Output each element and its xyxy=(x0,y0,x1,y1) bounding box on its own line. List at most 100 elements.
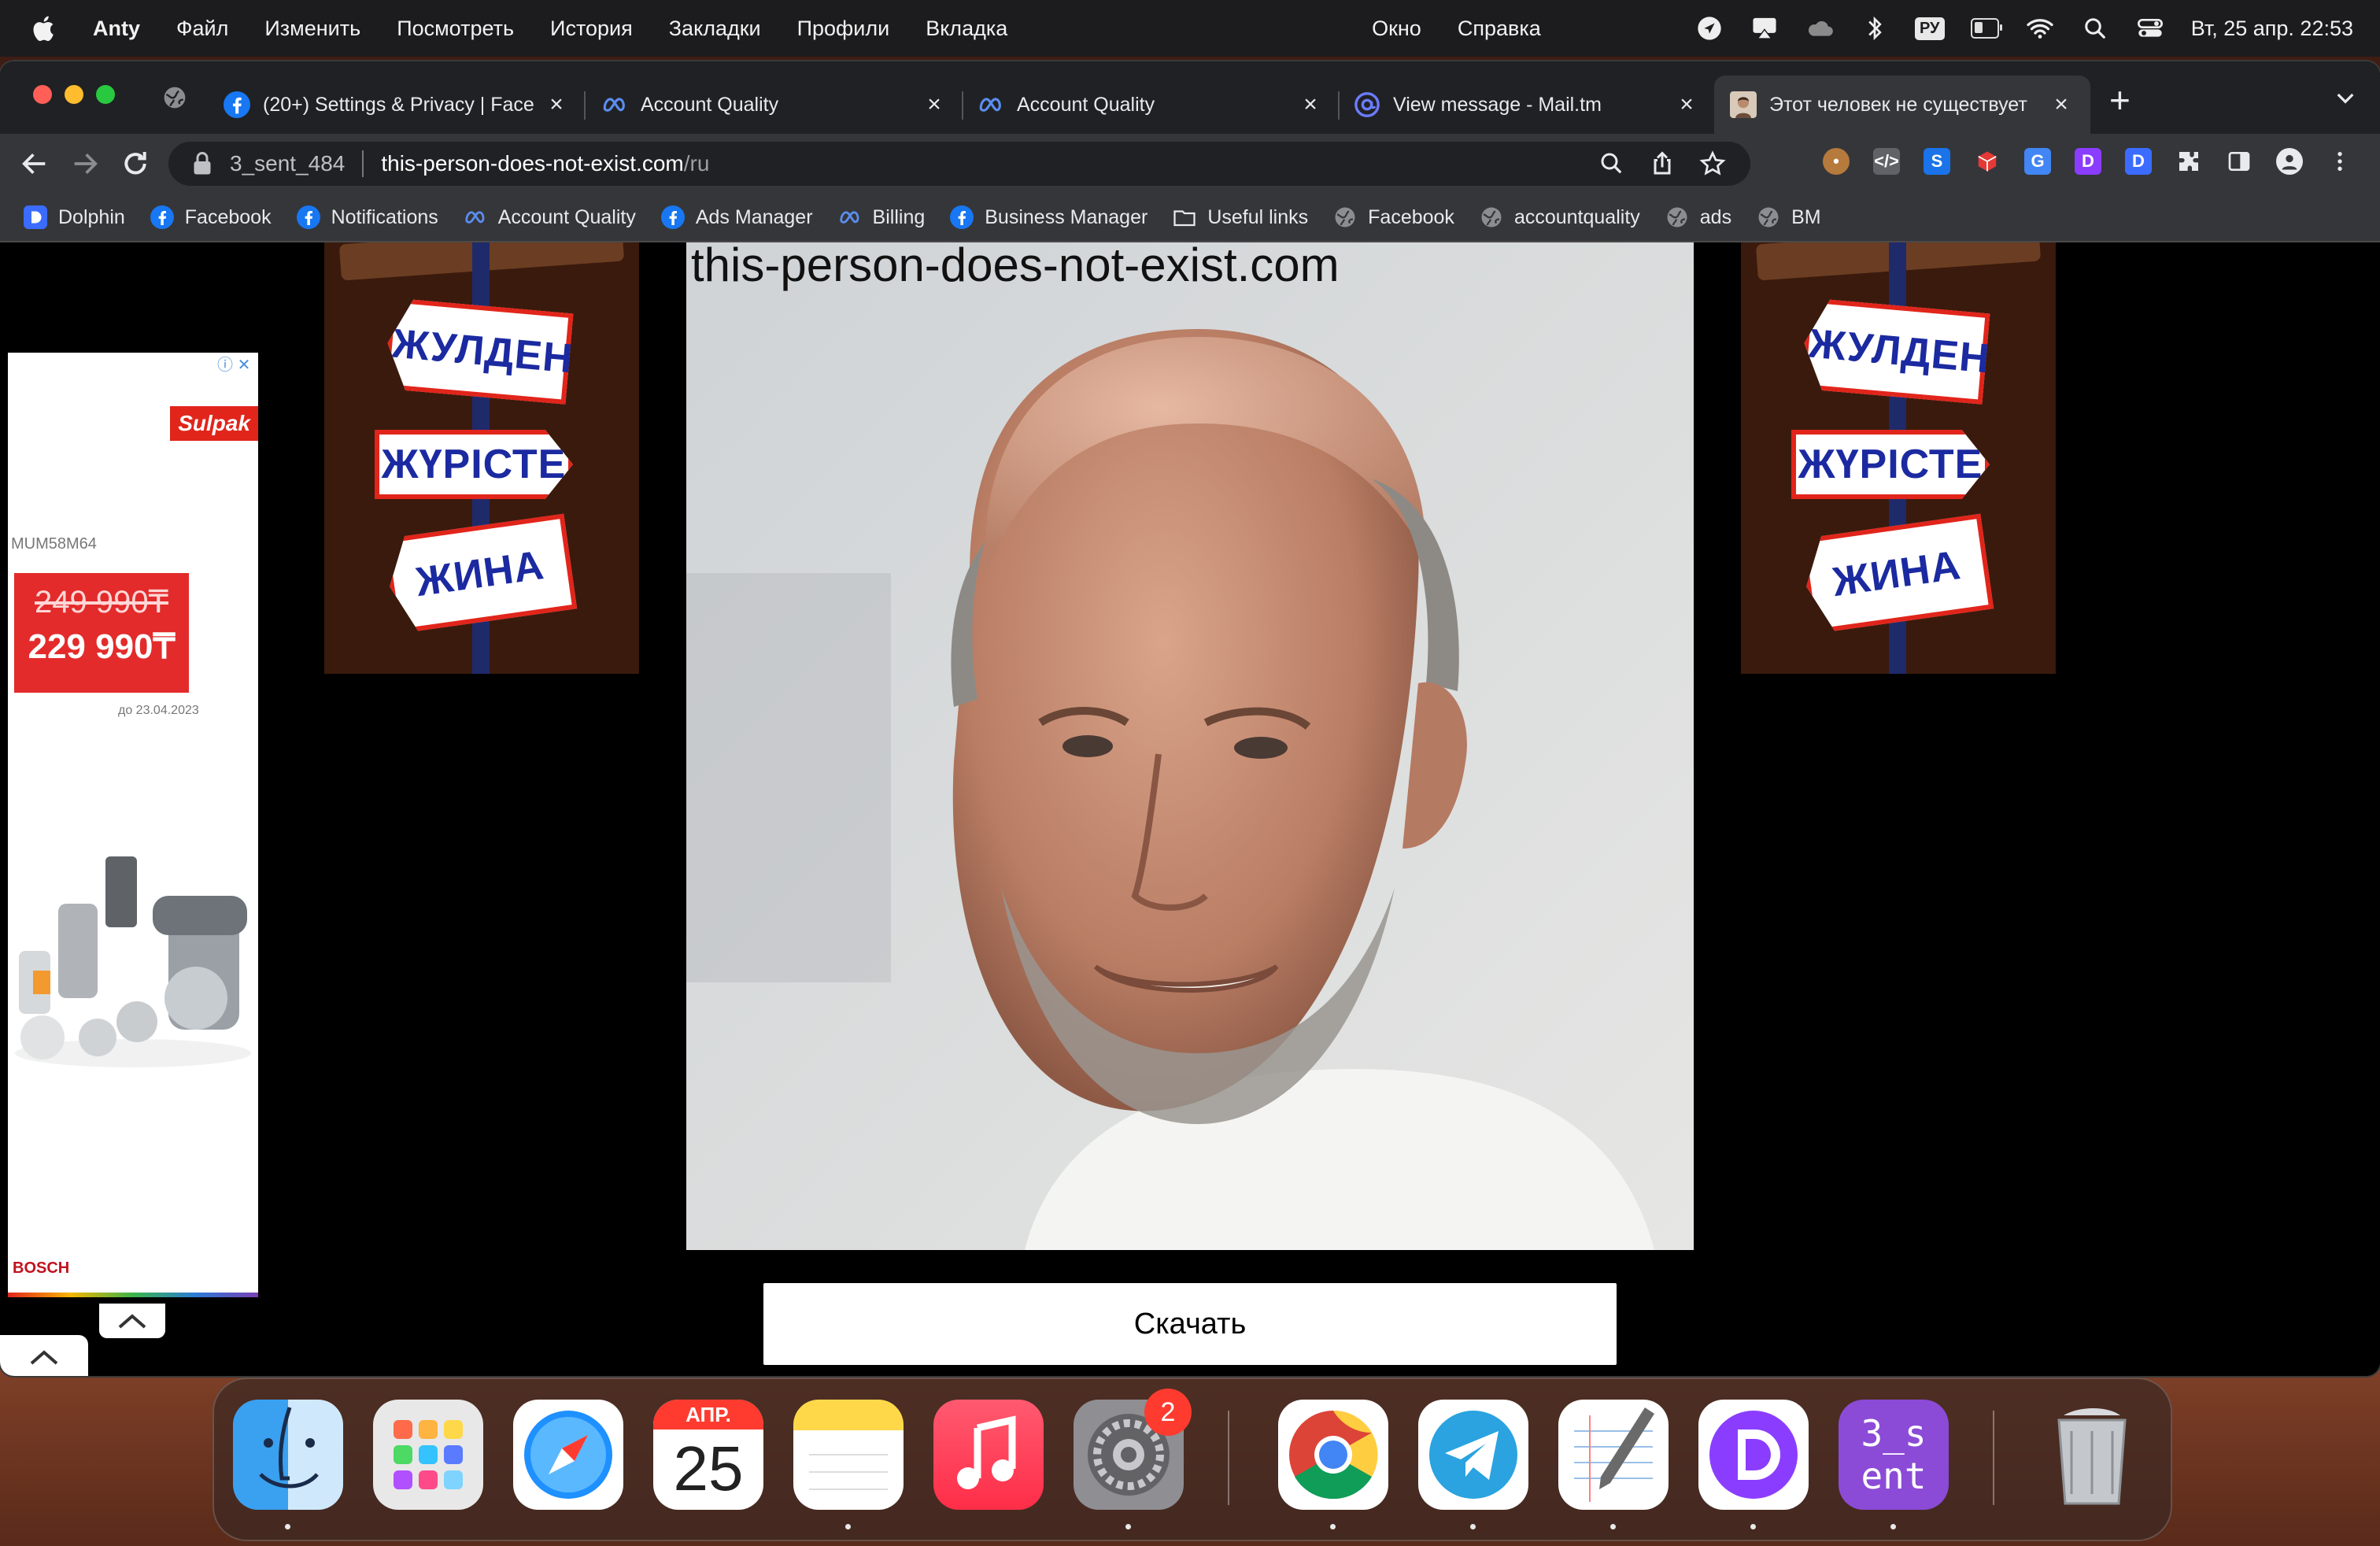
music-icon[interactable] xyxy=(933,1400,1044,1510)
bookmark-billing[interactable]: Billing xyxy=(838,205,926,229)
menu-edit[interactable]: Изменить xyxy=(264,17,360,41)
launchpad-icon[interactable] xyxy=(373,1400,483,1510)
tab-close-icon[interactable]: × xyxy=(545,91,568,118)
ad-collapse-button[interactable] xyxy=(99,1304,165,1338)
menu-file[interactable]: Файл xyxy=(176,17,228,41)
bookmark-ads-manager[interactable]: Ads Manager xyxy=(660,205,813,229)
menu-help[interactable]: Справка xyxy=(1458,17,1541,41)
bookmark-accountquality[interactable]: accountquality xyxy=(1480,205,1640,229)
bookmark-bm[interactable]: BM xyxy=(1757,205,1821,229)
tab-close-icon[interactable]: × xyxy=(1299,91,1322,118)
menu-history[interactable]: История xyxy=(550,17,633,41)
bookmark-star-icon[interactable] xyxy=(1698,150,1727,178)
translate-extension-icon[interactable]: G xyxy=(2024,148,2051,175)
reload-icon[interactable] xyxy=(120,148,151,179)
location-arrow-icon[interactable] xyxy=(1695,14,1724,43)
menu-tab[interactable]: Вкладка xyxy=(926,17,1007,41)
tab-search-chevron-icon[interactable] xyxy=(2333,85,2358,110)
kebab-menu-icon[interactable] xyxy=(2326,148,2353,175)
tab-close-icon[interactable]: × xyxy=(2049,91,2073,118)
chrome-icon[interactable] xyxy=(1278,1400,1388,1510)
bookmark-useful-links[interactable]: Useful links xyxy=(1173,205,1308,229)
bookmark-facebook[interactable]: Facebook xyxy=(150,205,272,229)
trash-icon[interactable] xyxy=(2037,1400,2147,1510)
zoom-search-icon[interactable] xyxy=(1598,150,1626,178)
screen-mirroring-icon[interactable] xyxy=(1750,14,1779,43)
sulpak-ad[interactable]: ⓘ ✕ Sulpak MUM58M64 249 990₸ 229 990₸ до… xyxy=(8,353,258,1297)
download-button[interactable]: Скачать xyxy=(763,1283,1617,1365)
sulpak-logo: Sulpak xyxy=(170,406,258,441)
control-center-icon[interactable] xyxy=(2136,14,2164,43)
cloud-icon[interactable] xyxy=(1805,14,1834,43)
globe-icon xyxy=(1481,207,1502,227)
telegram-icon[interactable] xyxy=(1418,1400,1528,1510)
lock-icon[interactable] xyxy=(192,152,213,176)
minimize-window-button[interactable] xyxy=(65,85,83,104)
banner-sign-2: ЖҮРІСТЕ xyxy=(1791,430,1990,499)
snickers-banner-right[interactable]: ЖУЛДЕНІ ЖҮРІСТЕ ЖИНА xyxy=(1741,242,2056,674)
watermark-text: this-person-does-not-exist.com xyxy=(691,242,1340,291)
bookmark-facebook-globe[interactable]: Facebook xyxy=(1333,205,1454,229)
side-panel-icon[interactable] xyxy=(2226,148,2252,175)
puzzle-extensions-icon[interactable] xyxy=(2175,148,2202,175)
globe-icon[interactable] xyxy=(162,85,187,110)
profile-avatar-icon[interactable] xyxy=(2276,148,2303,175)
close-window-button[interactable] xyxy=(33,85,52,104)
menu-profiles[interactable]: Профили xyxy=(797,17,890,41)
tab-close-icon[interactable]: × xyxy=(1675,91,1698,118)
tab-settings-privacy[interactable]: (20+) Settings & Privacy | Face × xyxy=(224,76,568,134)
wifi-icon[interactable] xyxy=(2026,14,2054,43)
calendar-icon[interactable]: АПР. 25 xyxy=(653,1400,763,1510)
bookmark-notifications[interactable]: Notifications xyxy=(296,205,438,229)
menu-window[interactable]: Окно xyxy=(1372,17,1421,41)
snickers-banner-left[interactable]: ЖУЛДЕНІ ЖҮРІСТЕ ЖИНА xyxy=(324,242,639,674)
menu-app-name[interactable]: Anty xyxy=(93,17,140,41)
bookmark-account-quality[interactable]: Account Quality xyxy=(464,205,636,229)
meta-icon xyxy=(979,98,1001,112)
bookmark-label: accountquality xyxy=(1513,205,1640,228)
profile-tile-icon[interactable]: 3_s ent xyxy=(1839,1400,1949,1510)
ad-close-icon[interactable]: ✕ xyxy=(235,356,253,375)
bluetooth-icon[interactable] xyxy=(1861,14,1889,43)
tab-account-quality-1[interactable]: Account Quality × xyxy=(601,76,946,134)
back-arrow-icon[interactable] xyxy=(19,148,50,179)
textedit-icon[interactable] xyxy=(1558,1400,1669,1510)
ad-old-price: 249 990₸ xyxy=(34,585,169,620)
keyboard-layout-icon[interactable]: РУ xyxy=(1914,14,1945,43)
spotlight-search-icon[interactable] xyxy=(2081,14,2109,43)
notes-icon[interactable] xyxy=(793,1400,904,1510)
bookmark-dolphin[interactable]: Dolphin xyxy=(24,205,125,229)
share-icon[interactable] xyxy=(1648,150,1676,178)
zoom-window-button[interactable] xyxy=(96,85,115,104)
apple-icon[interactable] xyxy=(30,13,60,43)
tab-close-icon[interactable]: × xyxy=(922,91,946,118)
ad-new-price: 229 990₸ xyxy=(28,627,176,666)
dolphin-purple-extension-icon[interactable]: D xyxy=(2075,148,2101,175)
ad-valid-until: до 23.04.2023 xyxy=(118,704,199,717)
cube-extension-icon[interactable] xyxy=(1974,148,2001,175)
bookmark-business-manager[interactable]: Business Manager xyxy=(950,205,1148,229)
menu-view[interactable]: Посмотреть xyxy=(397,17,514,41)
address-bar[interactable]: 3_sent_484 this-person-does-not-exist.co… xyxy=(168,142,1750,186)
bookmark-label: Facebook xyxy=(1368,205,1454,228)
bookmark-label: Billing xyxy=(872,205,926,228)
forward-arrow-icon[interactable] xyxy=(69,148,101,179)
bookmark-ads[interactable]: ads xyxy=(1665,205,1731,229)
safari-icon[interactable] xyxy=(513,1400,623,1510)
finder-icon[interactable] xyxy=(233,1400,343,1510)
page-collapse-button[interactable] xyxy=(0,1335,88,1376)
tab-this-person-does-not-exist[interactable]: Этот человек не существует × xyxy=(1714,76,2090,134)
menu-bar-clock[interactable]: Вт, 25 апр. 22:53 xyxy=(2191,17,2353,41)
bookmark-label: Facebook xyxy=(184,205,272,228)
dolphin-anty-icon[interactable] xyxy=(1698,1400,1809,1510)
s-extension-icon[interactable]: S xyxy=(1924,148,1950,175)
battery-icon[interactable] xyxy=(1970,14,2002,43)
cookie-extension-icon[interactable]: • xyxy=(1823,148,1850,175)
new-tab-button[interactable]: + xyxy=(2109,82,2131,118)
menu-bookmarks[interactable]: Закладки xyxy=(669,17,761,41)
dolphin-blue-extension-icon[interactable]: D xyxy=(2125,148,2152,175)
tab-account-quality-2[interactable]: Account Quality × xyxy=(978,76,1322,134)
ad-info-icon[interactable]: ⓘ xyxy=(216,356,235,375)
code-extension-icon[interactable]: </> xyxy=(1873,148,1900,175)
tab-mail-tm[interactable]: View message - Mail.tm × xyxy=(1354,76,1698,134)
